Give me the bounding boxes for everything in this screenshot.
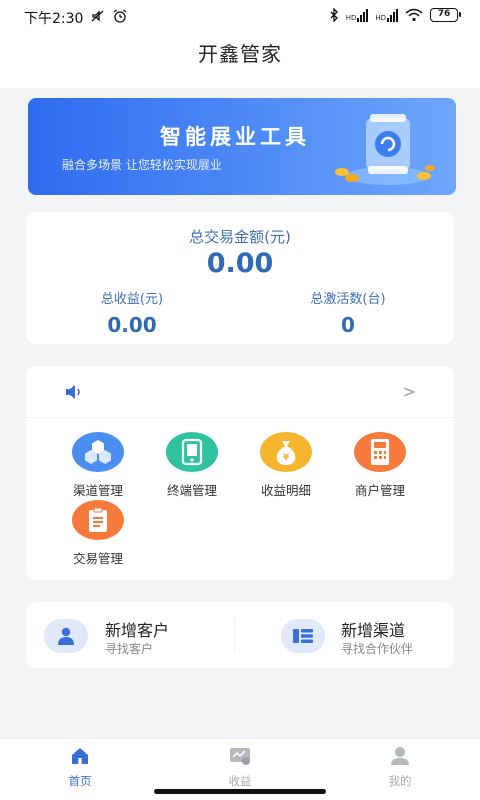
- menu-item-income[interactable]: ¥ 收益明细: [241, 432, 331, 499]
- income-bag-icon: ¥: [260, 432, 312, 472]
- total-income-label: 总收益(元): [100, 292, 164, 307]
- nav-label-income: 收益: [228, 774, 252, 788]
- stats-card: 总交易金额(元) 0.00 总收益(元) 0.00 总激活数(台) 0: [26, 212, 454, 344]
- nav-tab-profile[interactable]: 我的: [355, 745, 445, 789]
- user-add-icon: [44, 619, 88, 653]
- notice-bar[interactable]: >: [26, 366, 454, 418]
- mute-icon: [91, 10, 104, 22]
- menu-item-transaction[interactable]: 交易管理: [53, 500, 143, 567]
- income-icon: [195, 745, 285, 767]
- page-title: 开鑫管家: [198, 42, 282, 66]
- banner-illustration: [335, 114, 435, 185]
- menu-label-channel: 渠道管理: [72, 483, 123, 498]
- channel-icon: [72, 432, 124, 472]
- terminal-icon: [166, 432, 218, 472]
- total-activations-label: 总激活数(台): [310, 292, 386, 307]
- total-income-value: 0.00: [107, 313, 157, 337]
- status-time: 下午2:30: [24, 11, 84, 27]
- svg-text:¥: ¥: [283, 453, 290, 463]
- banner-subtitle: 融合多场景 让您轻松实现展业: [62, 158, 222, 172]
- add-channel-title: 新增渠道: [341, 621, 406, 640]
- nav-label-profile: 我的: [388, 774, 412, 788]
- add-customer-button[interactable]: 新增客户 寻找客户: [26, 602, 234, 668]
- chevron-right-icon[interactable]: >: [403, 382, 416, 401]
- promo-banner[interactable]: 智能展业工具 融合多场景 让您轻松实现展业: [28, 98, 456, 195]
- total-amount-label: 总交易金额(元): [189, 228, 291, 246]
- add-customer-subtitle: 寻找客户: [105, 642, 154, 656]
- nav-label-home: 首页: [68, 774, 92, 788]
- menu-card: > 渠道管理 终端管理 ¥ 收益明细 商户管理 交易管理: [26, 366, 454, 580]
- menu-label-income: 收益明细: [260, 483, 311, 498]
- home-icon: [35, 745, 125, 767]
- menu-label-terminal: 终端管理: [166, 483, 217, 498]
- battery-indicator: 76: [430, 8, 461, 22]
- nav-tab-home[interactable]: 首页: [35, 745, 125, 789]
- profile-icon: [355, 745, 445, 767]
- total-amount-value: 0.00: [206, 248, 274, 279]
- add-customer-title: 新增客户: [105, 621, 170, 640]
- menu-item-merchant[interactable]: 商户管理: [335, 432, 425, 499]
- add-channel-subtitle: 寻找合作伙伴: [341, 642, 414, 656]
- signal-icon-2: HD: [375, 8, 398, 22]
- status-bar: 下午2:30 HD HD 76: [0, 0, 480, 32]
- nav-tab-income[interactable]: 收益: [195, 745, 285, 789]
- banner-title: 智能展业工具: [160, 125, 310, 149]
- total-activations-stat: 总激活数(台) 0: [248, 288, 448, 337]
- menu-label-transaction: 交易管理: [72, 551, 123, 566]
- home-indicator[interactable]: [154, 789, 326, 794]
- channel-list-icon: [281, 619, 325, 653]
- quick-actions-card: 新增客户 寻找客户 新增渠道 寻找合作伙伴: [26, 602, 454, 668]
- menu-item-channel[interactable]: 渠道管理: [53, 432, 143, 499]
- add-channel-button[interactable]: 新增渠道 寻找合作伙伴: [235, 602, 454, 668]
- transaction-icon: [72, 500, 124, 540]
- app-header: 开鑫管家: [0, 32, 480, 88]
- signal-icon-1: HD: [346, 8, 369, 22]
- menu-item-terminal[interactable]: 终端管理: [147, 432, 237, 499]
- wifi-icon: [405, 8, 423, 22]
- menu-label-merchant: 商户管理: [354, 483, 405, 498]
- total-activations-value: 0: [341, 313, 355, 337]
- total-income-stat: 总收益(元) 0.00: [32, 288, 232, 337]
- speaker-icon: [66, 385, 80, 399]
- alarm-icon: [113, 9, 127, 23]
- merchant-icon: [354, 432, 406, 472]
- bluetooth-icon: [330, 8, 338, 22]
